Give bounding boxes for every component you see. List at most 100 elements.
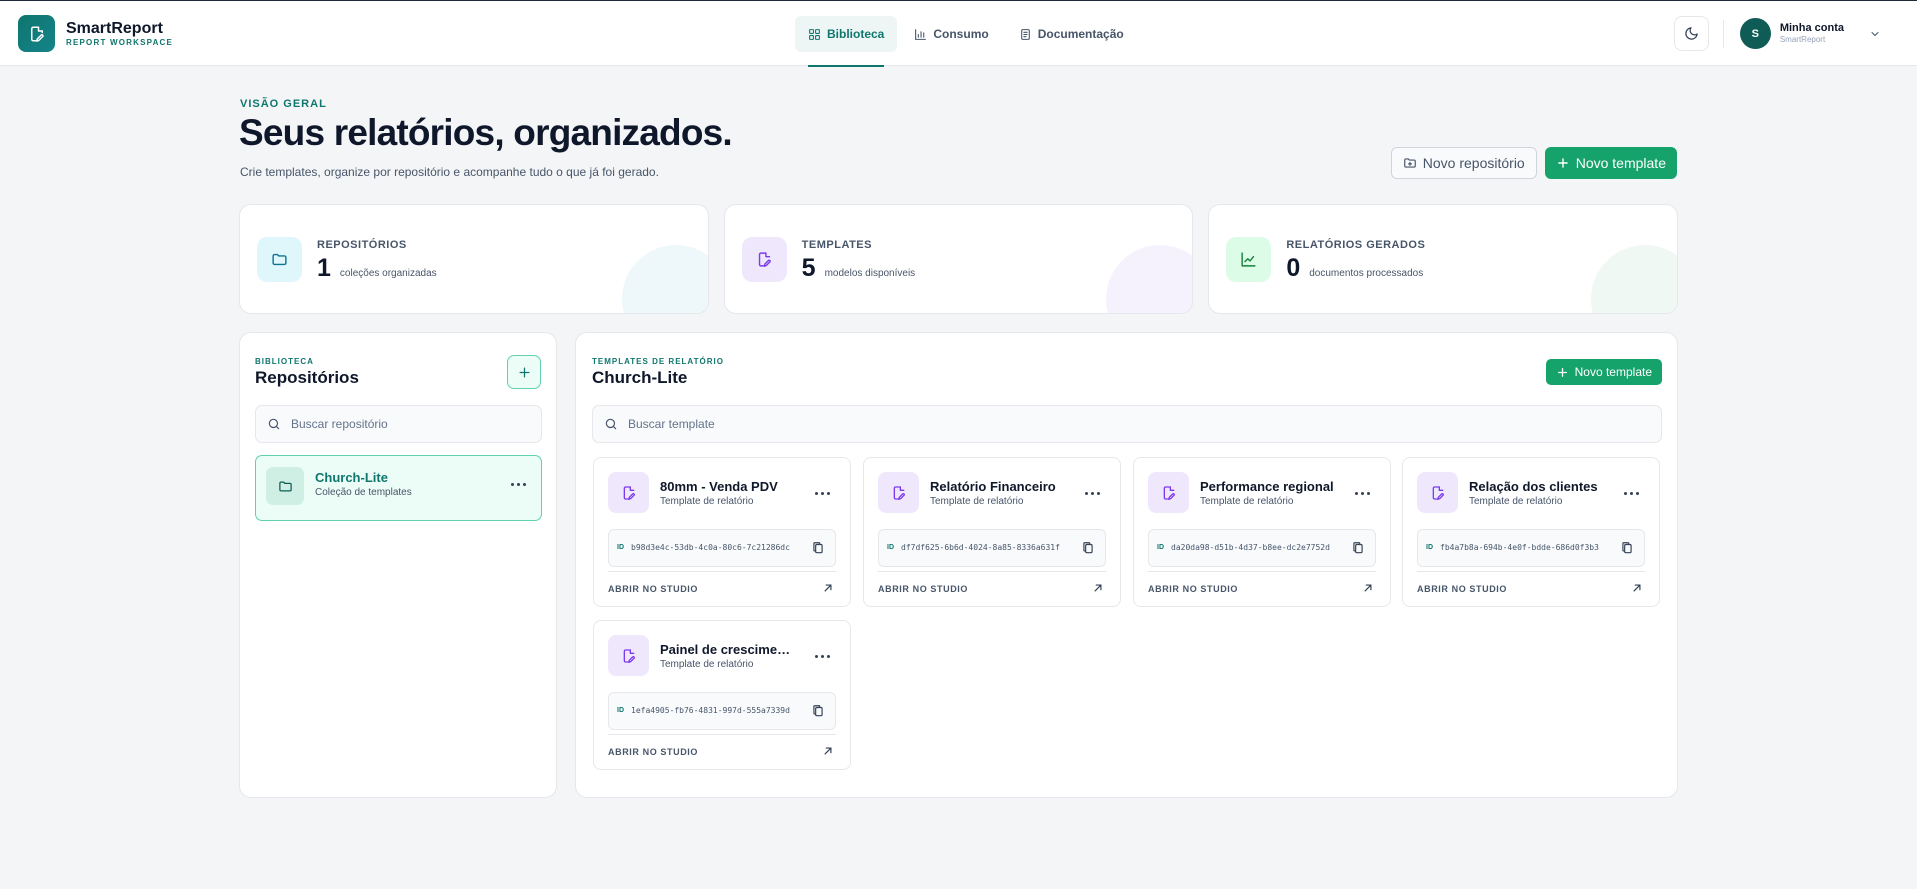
template-id: fb4a7b8a-694b-4e0f-bdde-686d0f3b3 — [1440, 543, 1599, 552]
brand-subtitle: REPORT WORKSPACE — [66, 37, 174, 47]
nav-item-documentacao[interactable]: Documentação — [1006, 16, 1137, 52]
nav-item-consumo[interactable]: Consumo — [901, 16, 1001, 52]
nav-item-biblioteca[interactable]: Biblioteca — [795, 16, 898, 67]
template-subtitle: Template de relatório — [660, 496, 754, 507]
search-icon — [267, 417, 281, 431]
main-nav: Biblioteca Consumo Documentação — [795, 16, 1141, 67]
arrow-up-right-icon[interactable] — [1630, 581, 1644, 595]
template-id: da20da98-d51b-4d37-b8ee-dc2e7752d — [1171, 543, 1330, 552]
arrow-up-right-icon[interactable] — [1361, 581, 1375, 595]
template-card[interactable]: Painel de crescimento Template de relató… — [593, 620, 851, 770]
repositories-panel: BIBLIOTECA Repositórios Church-Lite Cole… — [239, 332, 557, 798]
arrow-up-right-icon[interactable] — [821, 744, 835, 758]
decorative-circle — [1591, 245, 1678, 313]
template-name: Painel de crescimento — [660, 642, 795, 657]
more-options-icon[interactable] — [815, 655, 830, 658]
templates-panel: TEMPLATES DE RELATÓRIO Church-Lite Novo … — [575, 332, 1678, 798]
template-id-field: ID fb4a7b8a-694b-4e0f-bdde-686d0f3b3 — [1417, 529, 1645, 567]
stat-card-templates: TEMPLATES 5 modelos disponíveis — [723, 204, 1194, 314]
template-subtitle: Template de relatório — [1200, 496, 1294, 507]
copy-icon[interactable] — [811, 704, 825, 718]
panel-eyebrow: TEMPLATES DE RELATÓRIO — [592, 357, 724, 366]
template-id: df7df625-6b6d-4024-8a85-8336a631f — [901, 543, 1060, 552]
arrow-up-right-icon[interactable] — [821, 581, 835, 595]
stats-row: REPOSITÓRIOS 1 coleções organizadas TEMP… — [239, 204, 1679, 314]
divider — [1148, 571, 1376, 572]
page-title: Seus relatórios, organizados. — [239, 112, 733, 153]
new-template-button[interactable]: Novo template — [1545, 359, 1662, 385]
copy-icon[interactable] — [1351, 541, 1365, 555]
brand[interactable]: SmartReport REPORT WORKSPACE — [18, 15, 173, 52]
trend-chart-icon — [1226, 237, 1272, 282]
copy-icon[interactable] — [811, 541, 825, 555]
stat-label: RELATÓRIOS GERADOS — [1286, 239, 1426, 251]
template-id: 1efa4905-fb76-4831-997d-555a7339d — [631, 706, 790, 715]
theme-toggle-button[interactable] — [1673, 16, 1709, 51]
pen-file-icon — [878, 472, 919, 513]
id-tag: ID — [1426, 544, 1433, 551]
template-subtitle: Template de relatório — [660, 659, 754, 670]
new-template-button[interactable]: Novo template — [1544, 147, 1677, 179]
more-options-icon[interactable] — [815, 492, 830, 495]
copy-icon[interactable] — [1620, 541, 1634, 555]
arrow-up-right-icon[interactable] — [1091, 581, 1105, 595]
brand-name: SmartReport — [66, 19, 163, 37]
template-card[interactable]: Relatório Financeiro Template de relatór… — [863, 457, 1121, 607]
template-name: Relação dos clientes — [1469, 479, 1598, 494]
open-in-studio-link[interactable]: ABRIR NO STUDIO — [608, 584, 698, 594]
template-id-field: ID df7df625-6b6d-4024-8a85-8336a631f — [878, 529, 1106, 567]
panel-title: Church-Lite — [592, 368, 688, 387]
open-in-studio-link[interactable]: ABRIR NO STUDIO — [878, 584, 968, 594]
id-tag: ID — [887, 544, 894, 551]
template-card[interactable]: 80mm - Venda PDV Template de relatório I… — [593, 457, 851, 607]
new-repository-button[interactable]: Novo repositório — [1390, 147, 1537, 179]
repository-search-input[interactable] — [291, 417, 541, 431]
brand-logo-icon — [18, 15, 55, 52]
decorative-circle — [1106, 245, 1193, 313]
plus-icon — [1556, 156, 1570, 170]
grid-icon — [808, 28, 821, 41]
add-repository-button[interactable] — [507, 355, 541, 389]
avatar: S — [1739, 18, 1771, 49]
copy-icon[interactable] — [1081, 541, 1095, 555]
id-tag: ID — [617, 707, 624, 714]
template-search-input[interactable] — [628, 417, 1661, 431]
account-menu[interactable]: S Minha conta SmartReport — [1739, 18, 1881, 49]
folder-icon — [257, 237, 302, 282]
template-name: Performance regional — [1200, 479, 1334, 494]
decorative-circle — [621, 245, 708, 313]
open-in-studio-link[interactable]: ABRIR NO STUDIO — [1148, 584, 1238, 594]
nav-label: Documentação — [1037, 27, 1124, 41]
repository-item-church-lite[interactable]: Church-Lite Coleção de templates — [255, 455, 542, 521]
stat-label: REPOSITÓRIOS — [317, 239, 407, 251]
more-options-icon[interactable] — [1085, 492, 1100, 495]
template-subtitle: Template de relatório — [930, 496, 1024, 507]
new-repository-label: Novo repositório — [1422, 155, 1525, 171]
repository-subtitle: Coleção de templates — [315, 487, 412, 498]
divider — [1417, 571, 1645, 572]
template-name: 80mm - Venda PDV — [660, 479, 778, 494]
pen-file-icon — [1148, 472, 1189, 513]
template-card[interactable]: Relação dos clientes Template de relatór… — [1402, 457, 1660, 607]
divider — [878, 571, 1106, 572]
more-options-icon[interactable] — [511, 483, 526, 486]
repository-search — [255, 405, 542, 443]
template-id: b98d3e4c-53db-4c0a-80c6-7c21286dc — [631, 543, 790, 552]
template-subtitle: Template de relatório — [1469, 496, 1563, 507]
more-options-icon[interactable] — [1624, 492, 1639, 495]
search-icon — [604, 417, 618, 431]
account-name: Minha conta — [1779, 22, 1844, 34]
template-card[interactable]: Performance regional Template de relatór… — [1133, 457, 1391, 607]
stat-value: 5 — [801, 254, 816, 282]
open-in-studio-link[interactable]: ABRIR NO STUDIO — [608, 747, 698, 757]
id-tag: ID — [617, 544, 624, 551]
open-in-studio-link[interactable]: ABRIR NO STUDIO — [1417, 584, 1507, 594]
template-id-field: ID b98d3e4c-53db-4c0a-80c6-7c21286dc — [608, 529, 836, 567]
stat-card-reports: RELATÓRIOS GERADOS 0 documentos processa… — [1208, 204, 1679, 314]
more-options-icon[interactable] — [1355, 492, 1370, 495]
template-search — [592, 405, 1662, 443]
divider — [608, 571, 836, 572]
stat-value: 0 — [1286, 254, 1301, 282]
id-tag: ID — [1157, 544, 1164, 551]
chevron-down-icon[interactable] — [1869, 28, 1881, 40]
